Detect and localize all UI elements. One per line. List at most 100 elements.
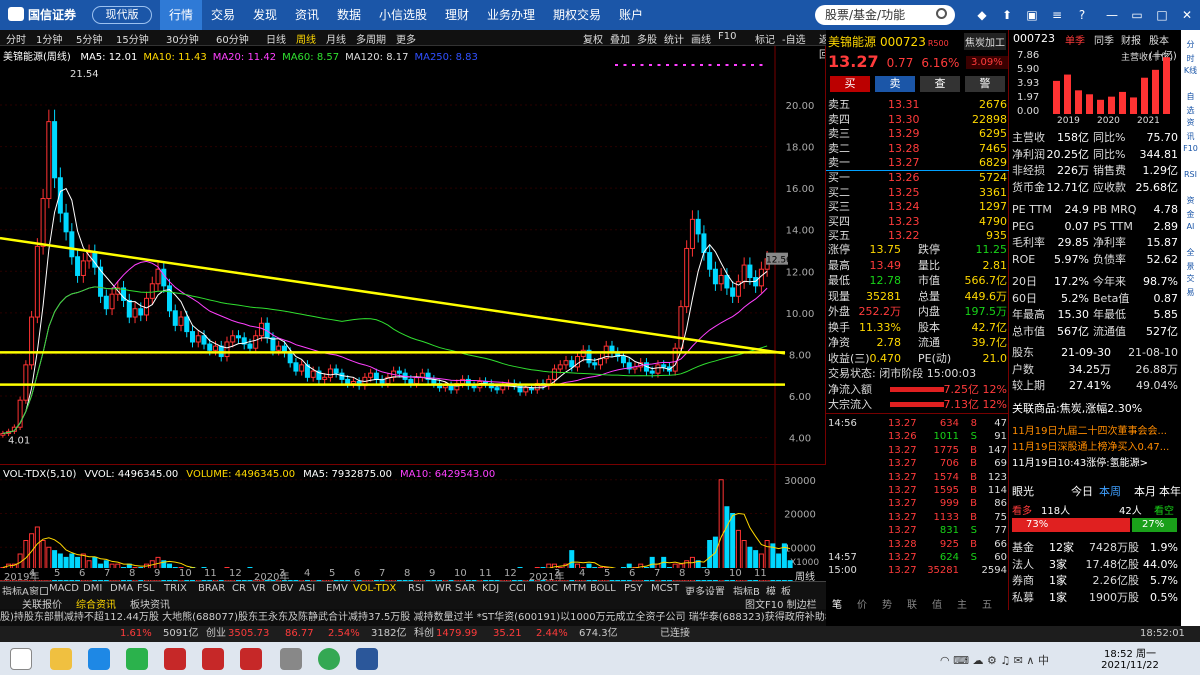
minimize-icon[interactable]: — — [1105, 8, 1119, 22]
trade-button-1[interactable]: 卖 — [875, 76, 915, 92]
period-6[interactable]: 日线 — [266, 31, 286, 46]
nav-item[interactable]: 行情 — [160, 0, 203, 30]
nav-item[interactable]: 业务办理 — [478, 0, 544, 30]
news-link[interactable]: 11月19日深股通上榜净买入0.47... — [1012, 438, 1169, 453]
indicator-tab[interactable]: MCST — [651, 583, 679, 594]
indicator-tab[interactable]: RSI — [408, 583, 424, 594]
stock-app-icon[interactable] — [164, 648, 186, 670]
period-4[interactable]: 30分钟 — [166, 31, 199, 46]
period-5[interactable]: 60分钟 — [216, 31, 249, 46]
f10-tab[interactable]: 单季 — [1065, 32, 1085, 47]
toolbar-btn-0[interactable]: 复权 — [583, 31, 603, 46]
restore-icon[interactable]: ▭ — [1130, 8, 1144, 22]
volume-chart[interactable]: 30000 20000 10000 X1000 VOL-TDX(5,10) VVOL: … — [0, 464, 826, 582]
indicator-tab[interactable]: MACD — [49, 583, 79, 594]
search-icon[interactable] — [936, 8, 947, 19]
period-3[interactable]: 15分钟 — [116, 31, 149, 46]
quote-tab[interactable]: 值 — [932, 596, 942, 611]
indicator-tab[interactable]: ROC — [536, 583, 558, 594]
nav-item[interactable]: 发现 — [244, 0, 286, 30]
quote-tab[interactable]: 五 — [982, 596, 992, 611]
sidebar-icon[interactable]: F10 — [1183, 142, 1198, 156]
indicator-tab[interactable]: VOL-TDX — [353, 583, 396, 594]
stock-app-icon-2[interactable] — [202, 648, 224, 670]
period-8[interactable]: 月线 — [326, 31, 346, 46]
sidebar-icon[interactable]: RSI — [1183, 168, 1198, 182]
version-button[interactable]: 现代版 — [92, 6, 152, 24]
period-7[interactable]: 周线 — [296, 31, 316, 46]
chrome-icon[interactable] — [318, 648, 340, 670]
stock-app-icon-3[interactable] — [240, 648, 262, 670]
sidebar-icon[interactable]: 自选 — [1183, 90, 1198, 115]
f10-tab[interactable]: 同季 — [1094, 32, 1114, 47]
related-commodity[interactable]: 关联商品:焦炭,涨幅2.30% — [1012, 400, 1142, 416]
toolbar-btn-1[interactable]: 叠加 — [610, 31, 630, 46]
sidebar-icon[interactable]: 交易 — [1183, 272, 1198, 297]
search-input[interactable]: 股票/基金/功能 — [815, 5, 955, 25]
menu-icon[interactable]: ≡ — [1050, 8, 1064, 22]
sidebar-icon[interactable]: 资金 — [1183, 194, 1198, 219]
nav-item[interactable]: 数据 — [328, 0, 370, 30]
nav-item[interactable]: 理财 — [436, 0, 478, 30]
sidebar-icon[interactable]: 全景 — [1183, 246, 1198, 271]
sector-tag[interactable]: 焦炭加工 — [964, 33, 1006, 50]
nav-item[interactable]: 账户 — [610, 0, 652, 30]
indicator-tab[interactable]: ASI — [299, 583, 315, 594]
maximize-icon[interactable]: □ — [1155, 8, 1169, 22]
skin-icon[interactable]: ◆ — [975, 8, 989, 22]
trade-button-0[interactable]: 买 — [830, 76, 870, 92]
indicator-tab[interactable]: CCI — [509, 583, 526, 594]
news-link[interactable]: 11月19日九届二十四次董事会会... — [1012, 422, 1167, 437]
folder-icon[interactable] — [50, 648, 72, 670]
indicator-tab[interactable]: BOLL — [590, 583, 616, 594]
opinion-tab[interactable]: 本月 — [1134, 483, 1156, 499]
nav-item[interactable]: 交易 — [202, 0, 244, 30]
indicator-tab[interactable]: DMI — [83, 583, 102, 594]
help-icon[interactable]: ? — [1075, 8, 1089, 22]
indicator-tab[interactable]: EMV — [326, 583, 348, 594]
indicator-tab[interactable]: CR — [232, 583, 246, 594]
sidebar-icon[interactable]: K线 — [1183, 64, 1198, 78]
quote-tab[interactable]: 笔 — [832, 596, 842, 611]
news-ticker[interactable]: 股)持股东部删减持不超112.44万股 大地熊(688077)股东王永东及陈静武… — [0, 609, 826, 626]
f10-tab[interactable]: 财报 — [1121, 32, 1141, 47]
indicator-tab[interactable]: PSY — [624, 583, 643, 594]
toolbar-btn-4[interactable]: 画线 — [691, 31, 711, 46]
toolbar-btn-3[interactable]: 统计 — [664, 31, 684, 46]
nav-item[interactable]: 资讯 — [286, 0, 328, 30]
indicator-tab[interactable]: MTM — [563, 583, 586, 594]
clock[interactable]: 18:52 周一 2021/11/22 — [1100, 645, 1160, 671]
toolbar-btn-5[interactable]: F10 — [718, 31, 736, 42]
toolbar-btn-2[interactable]: 多股 — [637, 31, 657, 46]
nav-item[interactable]: 小信选股 — [370, 0, 436, 30]
quote-tab[interactable]: 联 — [907, 596, 917, 611]
indicator-tab[interactable]: WR — [435, 583, 452, 594]
card-icon[interactable]: ▣ — [1025, 8, 1039, 22]
toolbar-btn-7[interactable]: -自选 — [782, 31, 806, 46]
kline-chart[interactable]: 20.00 18.00 16.00 14.00 12.00 10.00 8.00 6.00 4.… — [0, 46, 826, 464]
period-1[interactable]: 1分钟 — [36, 31, 62, 46]
period-9[interactable]: 多周期 — [356, 31, 386, 46]
indicator-tab[interactable]: VR — [252, 583, 266, 594]
sidebar-icon[interactable]: AI — [1183, 220, 1198, 234]
tray-icons[interactable]: ◠ ⌨ ☁ ⚙ ♫ ✉ ∧ 中 — [940, 652, 1049, 668]
period-10[interactable]: 更多 — [396, 31, 416, 46]
period-2[interactable]: 5分钟 — [76, 31, 102, 46]
start-icon[interactable] — [10, 648, 32, 670]
indicator-tab[interactable]: SAR — [455, 583, 475, 594]
quote-tab[interactable]: 主 — [957, 596, 967, 611]
connection-status[interactable]: 已连接 — [660, 626, 690, 642]
word-icon[interactable] — [356, 648, 378, 670]
indicator-tab[interactable]: OBV — [272, 583, 293, 594]
quote-tab[interactable]: 势 — [882, 596, 892, 611]
opinion-tab[interactable]: 本周 — [1099, 483, 1121, 499]
sidebar-icon[interactable]: 资讯 — [1183, 116, 1198, 141]
wechat-icon[interactable] — [126, 648, 148, 670]
toolbar-btn-6[interactable]: 标记 — [755, 31, 775, 46]
browser-icon[interactable] — [88, 648, 110, 670]
indicator-tab[interactable]: KDJ — [482, 583, 499, 594]
opinion-tab[interactable]: 本年 — [1159, 483, 1181, 499]
tool-icon[interactable] — [280, 648, 302, 670]
news-link[interactable]: 11月19日10:43涨停:氢能源> — [1012, 454, 1148, 469]
indicator-tab[interactable]: DMA — [110, 583, 133, 594]
